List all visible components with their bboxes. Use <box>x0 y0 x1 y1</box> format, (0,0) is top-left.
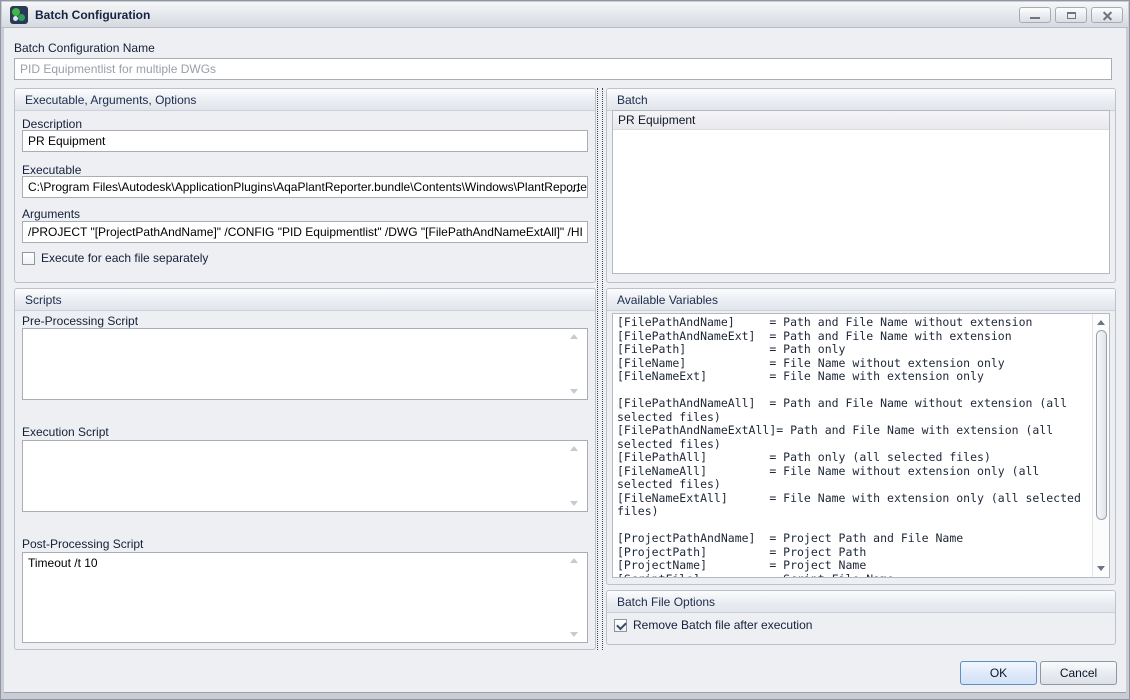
description-label: Description <box>22 117 82 131</box>
app-icon <box>10 6 28 24</box>
checkbox-checked-icon[interactable] <box>614 619 627 632</box>
scroll-down-icon[interactable] <box>1097 566 1105 571</box>
executable-path: C:\Program Files\Autodesk\ApplicationPlu… <box>28 180 588 194</box>
scroll-down-icon <box>570 389 578 394</box>
remove-batch-file-label: Remove Batch file after execution <box>633 618 812 632</box>
scroll-up-icon[interactable] <box>1097 320 1105 325</box>
close-button[interactable] <box>1091 7 1123 23</box>
column-splitter[interactable] <box>597 88 603 650</box>
minimize-icon <box>1030 17 1040 19</box>
variables-textbox[interactable]: [FilePathAndName] = Path and File Name w… <box>612 313 1110 578</box>
variables-text: [FilePathAndName] = Path and File Name w… <box>617 316 1088 577</box>
scroll-up-icon <box>570 558 578 563</box>
execution-script-textarea[interactable] <box>22 440 588 512</box>
executable-label: Executable <box>22 163 81 177</box>
post-processing-textarea[interactable]: Timeout /t 10 <box>22 552 588 643</box>
cancel-button[interactable]: Cancel <box>1040 661 1117 685</box>
batch-list[interactable]: PR Equipment <box>612 110 1110 274</box>
scripts-group-title: Scripts <box>15 289 595 311</box>
execution-script-label: Execution Script <box>22 425 109 439</box>
batch-configuration-name-input[interactable] <box>14 58 1112 80</box>
pre-processing-textarea[interactable] <box>22 328 588 400</box>
variables-scrollbar[interactable] <box>1092 314 1109 577</box>
batch-list-item[interactable]: PR Equipment <box>613 111 1109 130</box>
batch-file-options-title: Batch File Options <box>607 591 1115 613</box>
scroll-up-icon <box>570 446 578 451</box>
batch-group-title: Batch <box>607 89 1115 111</box>
arguments-label: Arguments <box>22 207 80 221</box>
scrollbar-thumb[interactable] <box>1096 330 1107 520</box>
executable-group-title: Executable, Arguments, Options <box>15 89 595 111</box>
arguments-input[interactable] <box>22 221 588 243</box>
scroll-down-icon <box>570 501 578 506</box>
executable-input[interactable]: C:\Program Files\Autodesk\ApplicationPlu… <box>22 176 588 198</box>
remove-batch-file-checkbox[interactable]: Remove Batch file after execution <box>614 618 812 632</box>
title-bar[interactable]: Batch Configuration <box>2 2 1128 28</box>
scroll-up-icon <box>570 334 578 339</box>
scroll-down-icon <box>570 632 578 637</box>
batch-configuration-name-label: Batch Configuration Name <box>14 41 155 55</box>
maximize-button[interactable] <box>1055 7 1087 23</box>
pre-processing-label: Pre-Processing Script <box>22 314 138 328</box>
maximize-icon <box>1067 12 1076 19</box>
checkbox-box-icon[interactable] <box>22 252 35 265</box>
execute-separately-checkbox[interactable]: Execute for each file separately <box>22 251 208 265</box>
post-processing-label: Post-Processing Script <box>22 537 143 551</box>
available-variables-title: Available Variables <box>607 289 1115 311</box>
window-title: Batch Configuration <box>35 8 150 22</box>
minimize-button[interactable] <box>1019 7 1051 23</box>
browse-button[interactable]: … <box>567 178 580 198</box>
execute-separately-label: Execute for each file separately <box>41 251 208 265</box>
description-input[interactable] <box>22 130 588 152</box>
ok-button[interactable]: OK <box>960 661 1037 685</box>
